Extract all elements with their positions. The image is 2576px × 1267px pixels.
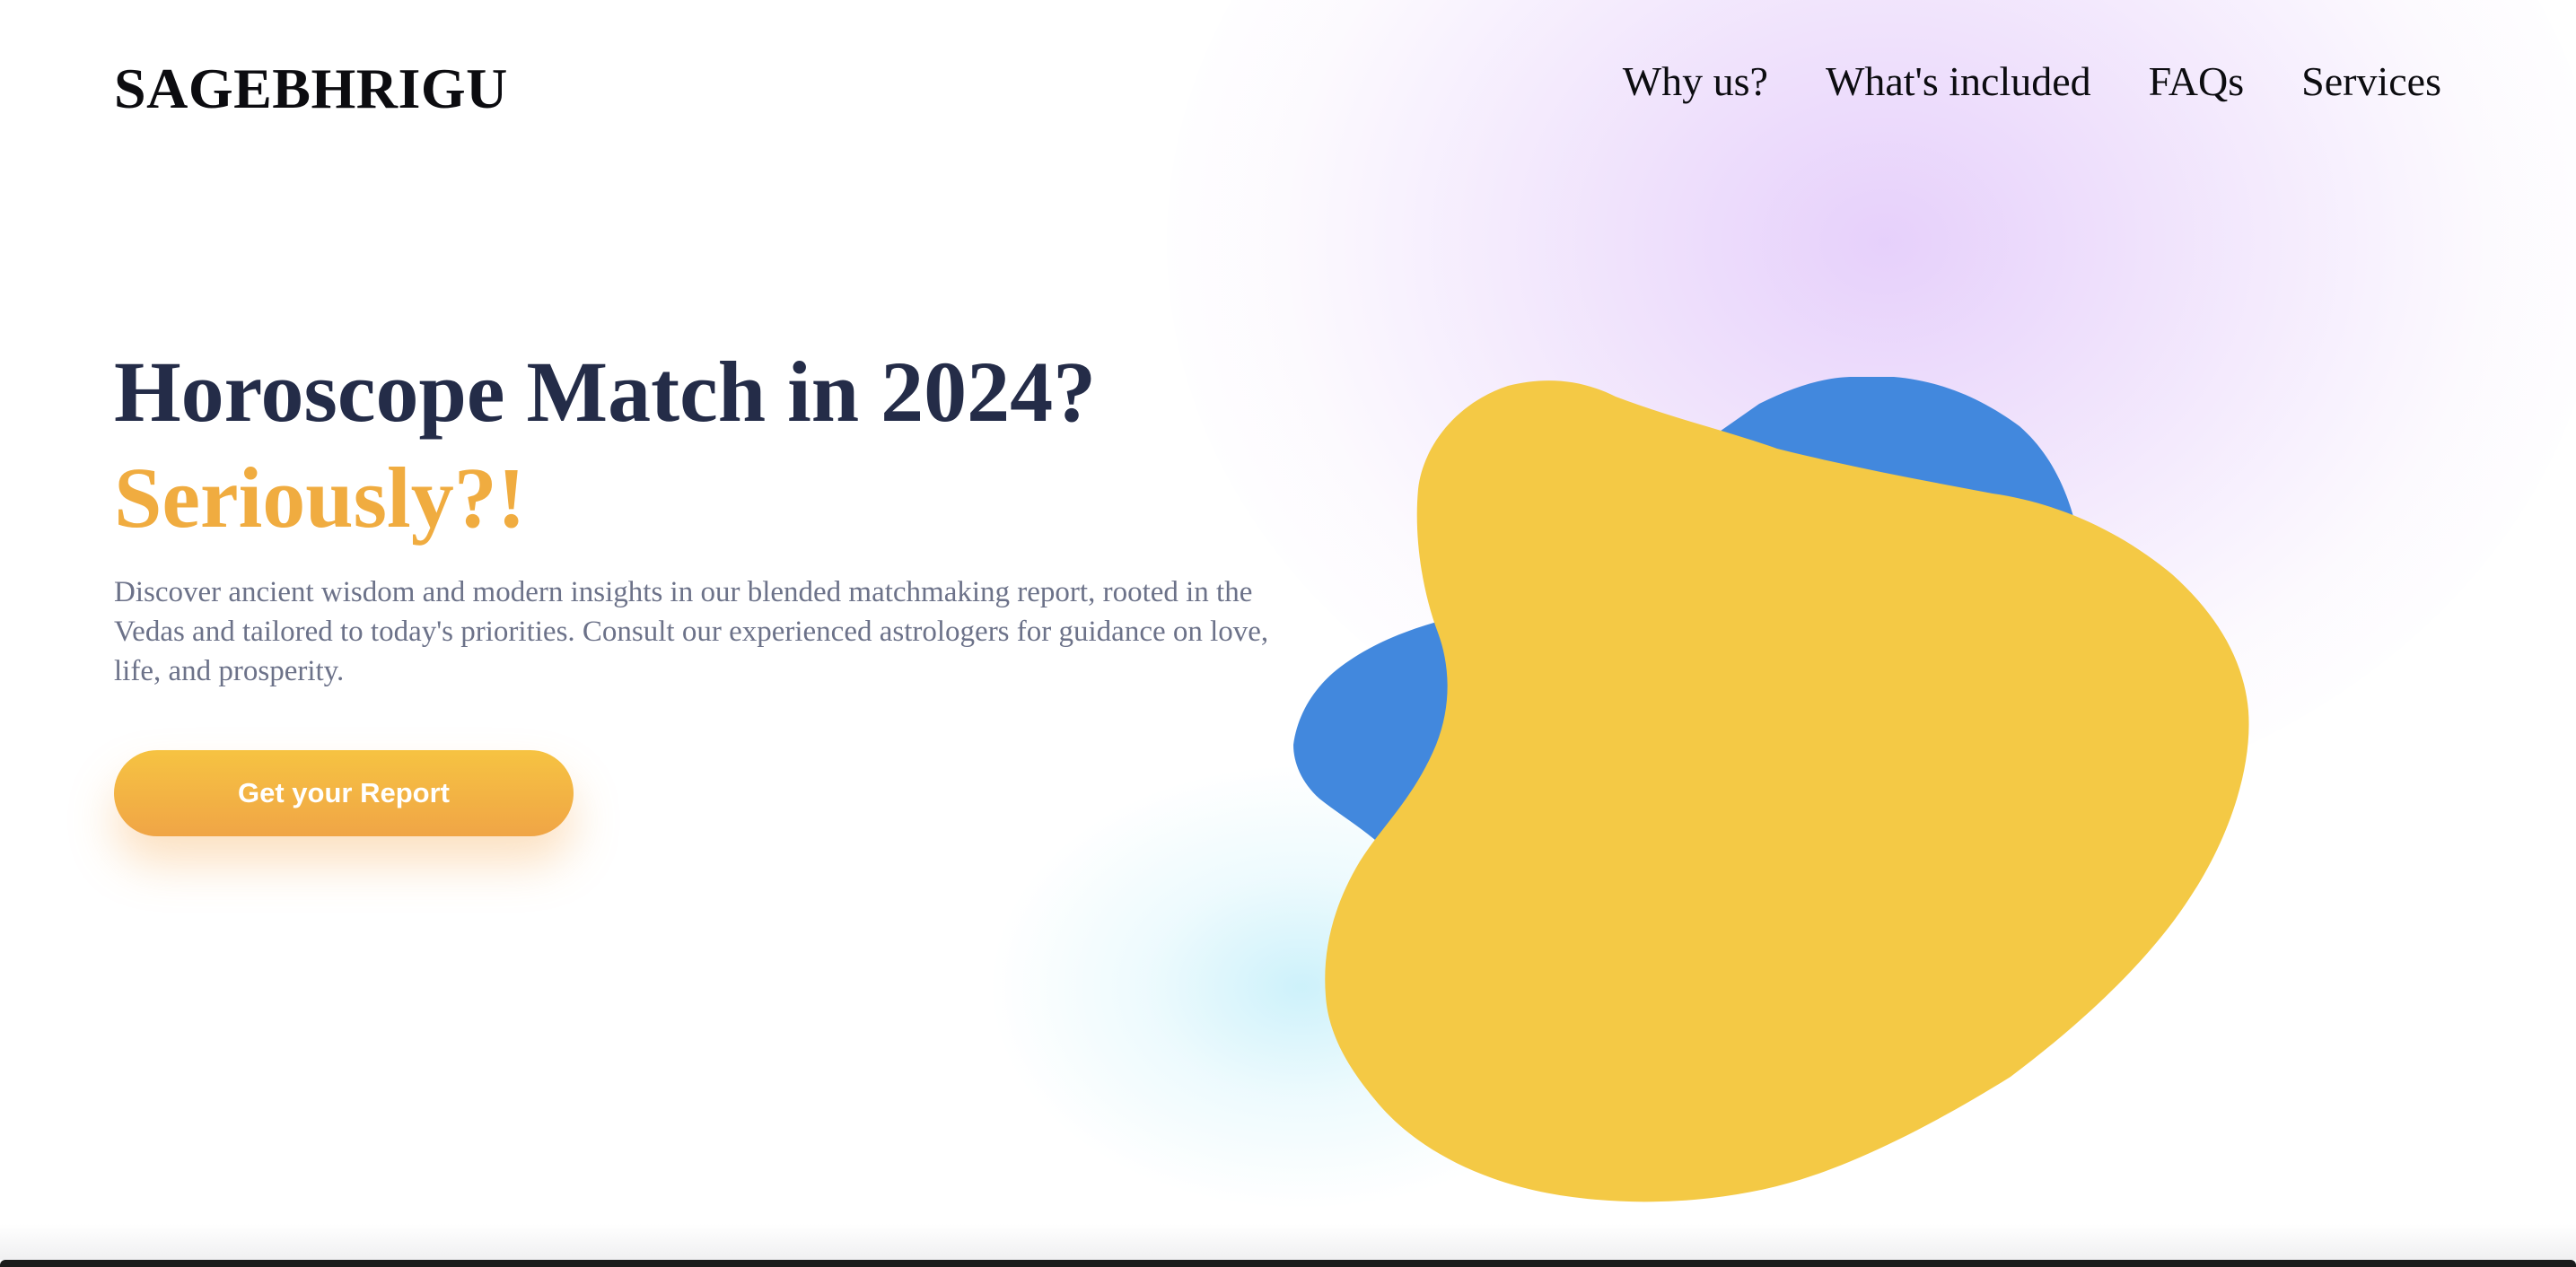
window-bottom-shadow: [0, 1224, 2576, 1260]
nav-why-us[interactable]: Why us?: [1623, 57, 1768, 105]
main-nav: Why us? What's included FAQs Services: [1623, 57, 2441, 105]
hero-title: Horoscope Match in 2024? Seriously?!: [114, 339, 1096, 551]
hero-title-highlight: Seriously?!: [114, 450, 526, 546]
get-report-button[interactable]: Get your Report: [114, 750, 574, 836]
window-bottom-edge: [0, 1260, 2576, 1267]
hero-description: Discover ancient wisdom and modern insig…: [114, 576, 1269, 687]
nav-services[interactable]: Services: [2301, 57, 2441, 105]
hero-title-line1: Horoscope Match in 2024?: [114, 344, 1097, 440]
nav-faqs[interactable]: FAQs: [2149, 57, 2245, 105]
nav-whats-included[interactable]: What's included: [1826, 57, 2091, 105]
page: SAGEBHRIGU Why us? What's included FAQs …: [0, 0, 2576, 1267]
hero-illustration-blobs: [1293, 377, 2249, 1202]
yellow-blob: [1325, 380, 2249, 1202]
logo[interactable]: SAGEBHRIGU: [114, 56, 508, 122]
